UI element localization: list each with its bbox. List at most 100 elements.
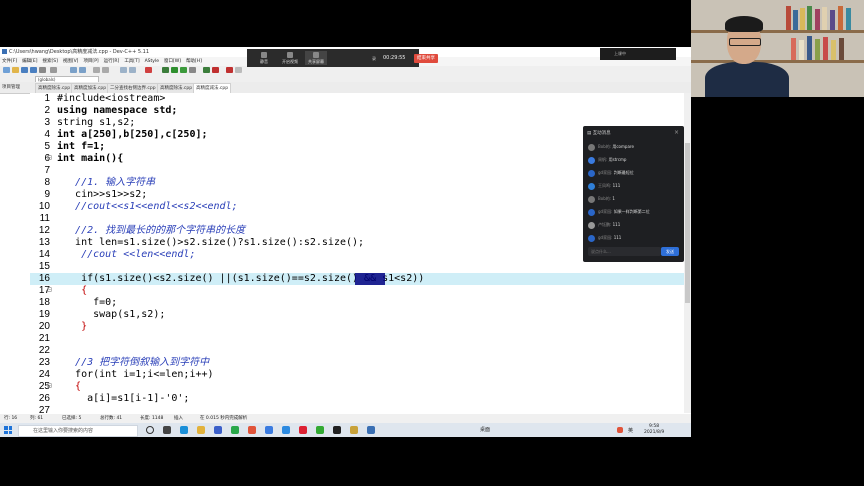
store-icon[interactable]: [214, 426, 222, 434]
obs-icon[interactable]: [333, 426, 341, 434]
scrollbar-thumb[interactable]: [685, 143, 690, 303]
menu-file[interactable]: 文件[F]: [2, 59, 17, 64]
code-text: {: [57, 381, 82, 392]
menu-astyle[interactable]: AStyle: [145, 59, 159, 64]
close-file-icon[interactable]: [39, 67, 46, 73]
rebuild-icon[interactable]: [189, 67, 196, 73]
stop-icon[interactable]: [212, 67, 219, 73]
app-red-icon[interactable]: [299, 426, 307, 434]
menu-run[interactable]: 运行[R]: [104, 59, 120, 64]
book: [838, 6, 843, 30]
book: [823, 37, 828, 60]
fold-minus-icon[interactable]: ⊟: [47, 284, 52, 296]
taskbar-search-box[interactable]: 在这里输入你要搜索的内容: [18, 425, 138, 437]
status-insert: 插入: [174, 416, 183, 421]
chat-header: ▤ 互动消息: [587, 129, 611, 139]
compile-icon[interactable]: [162, 67, 169, 73]
unindent-icon[interactable]: [129, 67, 136, 73]
window-title: C:\Users\hwang\Desktop\高精度减法.cpp - Dev-C…: [9, 49, 150, 55]
meeting-app-icon[interactable]: [282, 426, 290, 434]
taskbar-clock[interactable]: 9:58 2021/8/9: [644, 424, 664, 436]
windows-start-icon[interactable]: [4, 426, 12, 434]
avatar: [588, 209, 595, 216]
chat-message: 周帆: 用strcmp: [588, 156, 678, 166]
send-button[interactable]: 发送: [661, 247, 679, 256]
debug-icon[interactable]: [226, 67, 233, 73]
app-orange-icon[interactable]: [248, 426, 256, 434]
file-explorer-icon[interactable]: [197, 426, 205, 434]
tab-file-3[interactable]: 二分查找右侧边界.cpp: [107, 83, 159, 93]
code-line: 15: [30, 261, 684, 273]
line-number: 7: [44, 165, 50, 176]
code-line: 26 a[i]=s1[i-1]-'0';: [30, 393, 684, 405]
chat-message: Bob的: 1: [588, 195, 678, 205]
mute-button[interactable]: 静音: [253, 51, 275, 65]
cortana-icon[interactable]: [146, 426, 154, 434]
save-icon[interactable]: [21, 67, 28, 73]
bookmark-icon[interactable]: [145, 67, 152, 73]
browser-icon[interactable]: [265, 426, 273, 434]
clock-date: 2021/8/9: [644, 430, 665, 435]
menu-project[interactable]: 项目[P]: [83, 59, 98, 64]
project-panel-label[interactable]: 项目管理: [2, 82, 20, 93]
menu-help[interactable]: 帮助[H]: [186, 59, 202, 64]
line-number: 27: [38, 405, 50, 413]
code-text: using namespace std;: [57, 105, 178, 116]
book: [800, 8, 805, 30]
chat-input[interactable]: 说点什么...: [588, 247, 661, 256]
app-green-icon[interactable]: [231, 426, 239, 434]
line-number: 12: [38, 225, 50, 236]
compile-run-icon[interactable]: [180, 67, 187, 73]
redo-icon[interactable]: [79, 67, 86, 73]
chat-text: 用strcmp: [608, 157, 627, 162]
devcpp-taskbar-icon[interactable]: [367, 426, 375, 434]
chat-message: 卢钰鹏: 111: [588, 221, 678, 231]
tab-file-1[interactable]: 高精度除法.cpp: [35, 83, 74, 93]
windows-taskbar: 在这里输入你要搜索的内容 桌面 英 9:58 2021/8/9: [0, 423, 691, 437]
print-icon[interactable]: [50, 67, 57, 73]
tab-file-2[interactable]: 高精度加法.cpp: [71, 83, 110, 93]
check-syntax-icon[interactable]: [203, 67, 210, 73]
tab-file-5[interactable]: 高精度减法.cpp: [193, 83, 232, 93]
screen-share-icon: [313, 52, 319, 58]
fold-minus-icon[interactable]: ⊟: [47, 380, 52, 392]
menu-tools[interactable]: 工具[T]: [124, 59, 139, 64]
share-screen-button[interactable]: 共享屏幕: [305, 51, 327, 65]
line-number: 3: [44, 117, 50, 128]
open-icon[interactable]: [12, 67, 19, 73]
ime-indicator[interactable]: 英: [628, 427, 633, 434]
replace-icon[interactable]: [102, 67, 109, 73]
book: [786, 6, 791, 30]
save-all-icon[interactable]: [30, 67, 37, 73]
new-file-icon[interactable]: [3, 67, 10, 73]
app-yellow-icon[interactable]: [350, 426, 358, 434]
menu-edit[interactable]: 编辑[E]: [22, 59, 37, 64]
code-text: cin>>s1>>s2;: [57, 189, 148, 200]
chat-title: 互动消息: [592, 131, 611, 136]
menu-view[interactable]: 视图[V]: [63, 59, 79, 64]
profile-icon[interactable]: [235, 67, 242, 73]
run-icon[interactable]: [171, 67, 178, 73]
end-share-button[interactable]: 结束共享: [414, 54, 438, 63]
code-text: int f=1;: [57, 141, 106, 152]
undo-icon[interactable]: [70, 67, 77, 73]
find-icon[interactable]: [93, 67, 100, 73]
menu-search[interactable]: 搜索[S]: [42, 59, 57, 64]
current-code-line: 16 if(s1.size()<s2.size() ||(s1.size()==…: [30, 273, 684, 285]
fold-minus-icon[interactable]: ⊟: [47, 152, 52, 164]
edge-icon[interactable]: [180, 426, 188, 434]
book: [822, 7, 827, 30]
wechat-icon[interactable]: [316, 426, 324, 434]
indent-icon[interactable]: [120, 67, 127, 73]
editor-scrollbar[interactable]: [684, 93, 691, 413]
tab-file-4[interactable]: 高精度除法.cpp: [157, 83, 196, 93]
video-button[interactable]: 开启视频: [279, 51, 301, 65]
close-icon[interactable]: ×: [674, 129, 679, 136]
class-status-label: 上课中: [614, 51, 626, 56]
menu-window[interactable]: 窗口[W]: [164, 59, 181, 64]
code-text: }: [57, 321, 88, 332]
line-number: 2: [44, 105, 50, 116]
task-view-icon[interactable]: [163, 426, 171, 434]
tray-icon[interactable]: [617, 427, 623, 433]
devcpp-app-icon: [2, 49, 7, 54]
